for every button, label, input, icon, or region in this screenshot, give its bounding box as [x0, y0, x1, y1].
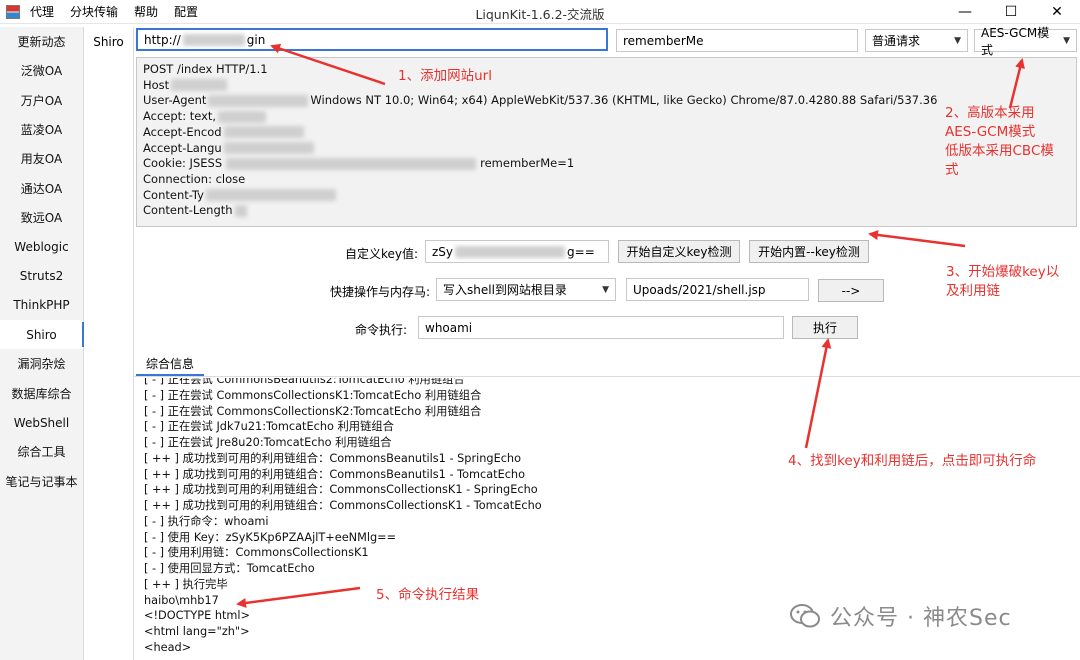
- chevron-down-icon: ▼: [602, 284, 609, 295]
- arrow-3: [868, 230, 966, 248]
- log-line: [ - ] 正在尝试 CommonsCollectionsK1:TomcatEc…: [144, 388, 482, 402]
- title-bar: 代理 分块传输 帮助 配置 LiqunKit-1.6.2-交流版 — ☐ ✕: [0, 0, 1080, 24]
- sidebar-item-tongda-oa[interactable]: 通达OA: [0, 173, 83, 202]
- sidebar-item-updates[interactable]: 更新动态: [0, 27, 83, 56]
- sidebar-item-weaver-oa[interactable]: 泛微OA: [0, 56, 83, 85]
- custom-key-input[interactable]: zSy g==: [425, 240, 609, 263]
- menu-config[interactable]: 配置: [174, 3, 198, 20]
- redacted-key: [455, 245, 566, 258]
- app-icon: [6, 4, 20, 19]
- annotation-3: 3、开始爆破key以 及利用链: [946, 264, 1060, 299]
- sidebar-item-yonyou-oa[interactable]: 用友OA: [0, 144, 83, 173]
- sidebar: 更新动态 泛微OA 万户OA 蓝凌OA 用友OA 通达OA 致远OA Weblo…: [0, 27, 84, 660]
- request-line: Accept-Encod: [143, 125, 1070, 141]
- key-prefix: zSy: [432, 244, 454, 259]
- window-title: LiqunKit-1.6.2-交流版: [475, 7, 605, 22]
- minimize-icon[interactable]: —: [942, 0, 988, 24]
- sidebar-item-landray-oa[interactable]: 蓝凌OA: [0, 115, 83, 144]
- command-label: 命令执行:: [355, 323, 408, 337]
- cookie-name-value: rememberMe: [623, 33, 704, 48]
- menu-help[interactable]: 帮助: [134, 3, 158, 20]
- shell-path-input[interactable]: Upoads/2021/shell.jsp: [626, 278, 809, 301]
- request-type-select[interactable]: 普通请求 ▼: [865, 29, 968, 52]
- execute-button[interactable]: 执行: [792, 316, 858, 339]
- request-line: Accept-Langu: [143, 141, 1070, 157]
- watermark-text: 公众号 · 神农Sec: [830, 606, 1012, 631]
- sidebar-item-shiro[interactable]: Shiro: [0, 319, 84, 350]
- wechat-icon: [790, 604, 820, 628]
- annotation-5: 5、命令执行结果: [376, 587, 480, 603]
- request-line: Content-Ty: [143, 188, 1070, 204]
- log-line: [ - ] 执行命令：whoami: [144, 514, 269, 528]
- request-line: POST /index HTTP/1.1: [143, 62, 268, 76]
- close-icon[interactable]: ✕: [1034, 0, 1080, 24]
- log-line: [ ++ ] 执行完毕: [144, 577, 228, 591]
- log-line: [ - ] 正在尝试 Jdk7u21:TomcatEcho 利用链组合: [144, 420, 394, 434]
- sidebar-item-weblogic[interactable]: Weblogic: [0, 232, 83, 261]
- sidebar-item-misc-vulns[interactable]: 漏洞杂烩: [0, 349, 83, 378]
- shell-action-select[interactable]: 写入shell到网站根目录 ▼: [436, 278, 616, 301]
- sidebar-item-tools[interactable]: 综合工具: [0, 437, 83, 466]
- log-line: [ ++ ] 成功找到可用的利用链组合：CommonsCollectionsK1…: [144, 499, 542, 512]
- request-line: Cookie: JSESS rememberMe=1: [143, 156, 575, 171]
- menu-chunked-transfer[interactable]: 分块传输: [70, 3, 118, 20]
- chevron-down-icon: ▼: [1063, 35, 1070, 46]
- log-line: <head>: [144, 640, 192, 654]
- sidebar-item-thinkphp[interactable]: ThinkPHP: [0, 291, 83, 320]
- request-line: Connection: close: [143, 171, 246, 186]
- tab-overview-info[interactable]: 综合信息: [136, 352, 205, 376]
- annotation-2: 2、高版本采用 AES-GCM模式 低版本采用CBC模 式: [945, 105, 1054, 178]
- request-line: Host: [143, 78, 1070, 94]
- request-type-value: 普通请求: [872, 34, 921, 48]
- mode-value: AES-GCM模式: [981, 25, 1050, 57]
- redacted-host: [182, 33, 245, 46]
- chevron-down-icon: ▼: [954, 35, 961, 46]
- sidebar-item-wanhu-oa[interactable]: 万户OA: [0, 86, 83, 115]
- url-suffix: gin: [246, 32, 266, 47]
- shell-go-button[interactable]: -->: [818, 279, 884, 302]
- request-editor[interactable]: POST /index HTTP/1.1 Host User-Agent Wind…: [136, 57, 1077, 227]
- sidebar-item-struts2[interactable]: Struts2: [0, 261, 83, 290]
- subtab-column: Shiro: [84, 27, 134, 660]
- request-line: Accept: text,: [143, 109, 1070, 125]
- cookie-name-input[interactable]: rememberMe: [616, 29, 858, 52]
- url-prefix: http://: [144, 32, 181, 47]
- log-line: [ - ] 使用 Key：zSyK5Kp6PZAAjlT+eeNMlg==: [144, 530, 397, 544]
- shell-path-value: Upoads/2021/shell.jsp: [633, 282, 766, 297]
- sidebar-item-notes[interactable]: 笔记与记事本: [0, 466, 83, 495]
- key-suffix: g==: [567, 244, 595, 259]
- annotation-4: 4、找到key和利用链后，点击即可执行命: [788, 453, 1037, 469]
- command-value: whoami: [425, 320, 473, 335]
- maximize-icon[interactable]: ☐: [988, 0, 1034, 24]
- log-line: [ - ] 使用回显方式：TomcatEcho: [144, 562, 315, 575]
- shell-action-value: 写入shell到网站根目录: [443, 283, 567, 297]
- watermark: 公众号 · 神农Sec: [790, 600, 1012, 632]
- log-line: [ - ] 正在尝试 CommonsBeanutils2:TomcatEcho …: [144, 378, 465, 386]
- request-line: User-Agent Windows NT 10.0; Win64; x64) A…: [143, 93, 938, 108]
- builtin-key-check-button[interactable]: 开始内置--key检测: [749, 240, 869, 263]
- custom-key-label: 自定义key值:: [345, 247, 419, 261]
- menu-proxy[interactable]: 代理: [30, 3, 54, 20]
- sidebar-item-database[interactable]: 数据库综合: [0, 379, 83, 408]
- shortcut-label: 快捷操作与内存马:: [330, 285, 431, 299]
- custom-key-check-button[interactable]: 开始自定义key检测: [618, 240, 740, 263]
- log-line: [ - ] 正在尝试 CommonsCollectionsK2:TomcatEc…: [144, 404, 482, 418]
- divider: [134, 376, 1080, 377]
- sidebar-item-seeyon-oa[interactable]: 致远OA: [0, 203, 83, 232]
- url-input[interactable]: http:// gin: [136, 28, 608, 51]
- log-line: [ - ] 正在尝试 Jre8u20:TomcatEcho 利用链组合: [144, 436, 392, 449]
- log-line: [ - ] 使用利用链：CommonsCollectionsK1: [144, 546, 369, 560]
- log-line: [ ++ ] 成功找到可用的利用链组合：CommonsCollectionsK1…: [144, 483, 538, 497]
- tab-shiro[interactable]: Shiro: [84, 27, 133, 56]
- request-line: Content-Length: [143, 203, 1070, 219]
- command-input[interactable]: whoami: [418, 316, 784, 339]
- sidebar-item-webshell[interactable]: WebShell: [0, 408, 83, 437]
- mode-select[interactable]: AES-GCM模式 ▼: [974, 26, 1077, 57]
- annotation-1: 1、添加网站url: [398, 68, 492, 84]
